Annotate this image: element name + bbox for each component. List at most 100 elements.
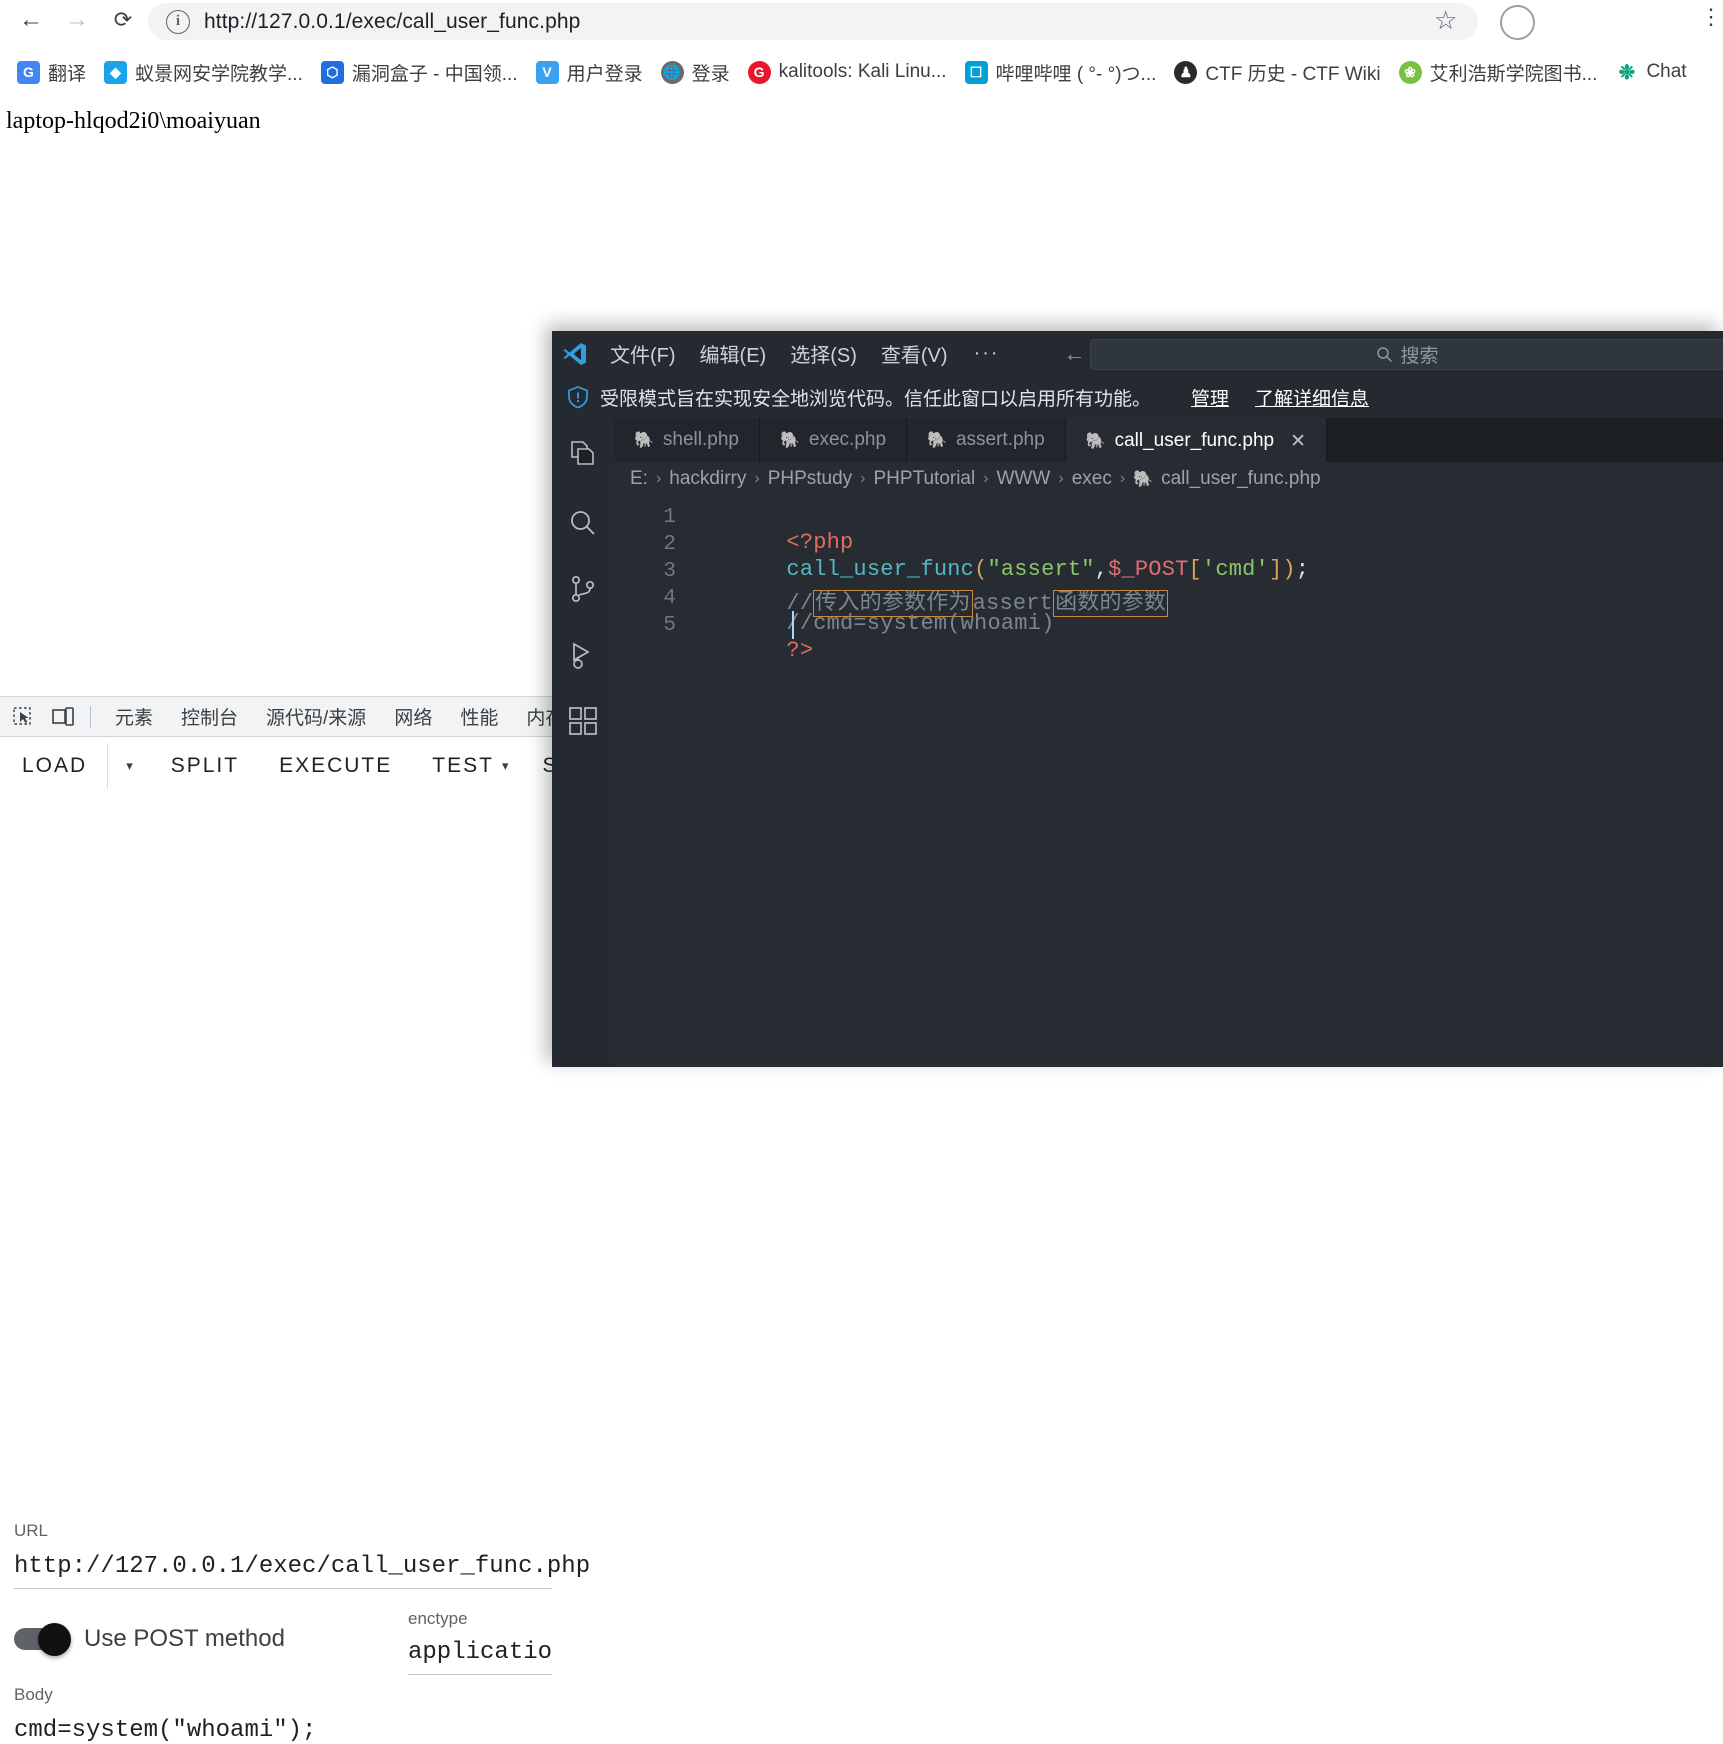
- search-icon: [1377, 347, 1393, 363]
- devtools-tab-performance[interactable]: 性能: [446, 698, 512, 736]
- manage-link[interactable]: 管理: [1191, 384, 1229, 411]
- breadcrumb-item[interactable]: PHPTutorial: [874, 468, 976, 490]
- line-number: 1: [663, 506, 676, 529]
- line-number: 4: [663, 587, 676, 610]
- bookmark-label: 艾利浩斯学院图书...: [1429, 63, 1598, 85]
- bookmark-favicon: 🌐: [660, 60, 684, 84]
- bookmark-favicon: G: [17, 60, 40, 84]
- bookmark-label: 登录: [691, 63, 730, 85]
- bookmark-label: 蚁景网安学院教学...: [135, 63, 303, 85]
- run-and-debug-icon[interactable]: [552, 622, 614, 688]
- site-info-icon[interactable]: i: [166, 9, 190, 34]
- vscode-search-box[interactable]: 搜索: [1090, 339, 1723, 370]
- bookmark-favicon: ⬡: [320, 60, 344, 84]
- bookmark-item[interactable]: G kalitools: Kali Linu...: [739, 55, 956, 89]
- bookmark-item[interactable]: ☐ 哔哩哔哩 ( °- °)つ...: [956, 55, 1166, 89]
- breadcrumb-item[interactable]: hackdirry: [669, 468, 746, 490]
- post-method-toggle[interactable]: [14, 1623, 76, 1656]
- editor-tab-assert-php[interactable]: 🐘 assert.php: [907, 418, 1066, 462]
- enctype-field-value[interactable]: application/x-w: [408, 1639, 552, 1675]
- breadcrumb-item[interactable]: exec: [1072, 468, 1112, 490]
- php-elephant-icon: 🐘: [927, 432, 947, 449]
- bookmark-item[interactable]: ♟ CTF 历史 - CTF Wiki: [1165, 55, 1389, 89]
- bookmark-favicon: V: [535, 60, 559, 84]
- editor-tab-shell-php[interactable]: 🐘 shell.php: [614, 418, 760, 462]
- extensions-icon[interactable]: [552, 688, 614, 754]
- device-toolbar-icon[interactable]: [46, 700, 80, 734]
- reload-icon[interactable]: ⟳: [100, 0, 146, 40]
- breadcrumb-item[interactable]: E:: [630, 468, 648, 490]
- vscode-menu-file[interactable]: 文件(F): [598, 339, 688, 368]
- devtools-tab-console[interactable]: 控制台: [167, 698, 252, 736]
- body-field[interactable]: Body cmd=system("whoami");: [14, 1685, 552, 1744]
- learn-more-link[interactable]: 了解详细信息: [1255, 384, 1369, 411]
- php-elephant-icon: 🐘: [1085, 433, 1106, 450]
- forward-icon[interactable]: →: [54, 0, 100, 40]
- load-dropdown-caret-icon[interactable]: ▾: [108, 744, 151, 788]
- vscode-titlebar: 文件(F) 编辑(E) 选择(S) 查看(V) ··· ← → 搜索: [552, 331, 1723, 376]
- toggle-knob[interactable]: [38, 1623, 71, 1656]
- bookmark-item[interactable]: 🌐 登录: [652, 55, 739, 89]
- bookmark-item[interactable]: V 用户登录: [527, 55, 652, 89]
- bookmark-item[interactable]: ⬡ 漏洞盒子 - 中国领...: [312, 55, 527, 89]
- source-control-icon[interactable]: [552, 556, 614, 622]
- url-field-value[interactable]: http://127.0.0.1/exec/call_user_func.php: [14, 1553, 590, 1589]
- bookmark-label: Chat: [1646, 61, 1687, 82]
- devtools-tab-elements[interactable]: 元素: [101, 698, 167, 736]
- bookmark-item[interactable]: ❀ 艾利浩斯学院图书...: [1390, 55, 1607, 89]
- back-icon[interactable]: ←: [8, 0, 54, 40]
- test-button[interactable]: TEST: [412, 744, 498, 788]
- vscode-menu-edit[interactable]: 编辑(E): [688, 339, 779, 368]
- bookmark-label: 用户登录: [566, 63, 643, 85]
- explorer-icon[interactable]: [552, 418, 614, 490]
- chevron-right-icon: ›: [754, 470, 760, 487]
- vscode-menu-view[interactable]: 查看(V): [869, 339, 960, 368]
- bookmarks-bar: G 翻译 ◆ 蚁景网安学院教学... ⬡ 漏洞盒子 - 中国领... V 用户登…: [0, 48, 1723, 96]
- load-button[interactable]: LOAD: [0, 744, 107, 788]
- search-icon[interactable]: [552, 490, 614, 556]
- execute-button[interactable]: EXECUTE: [259, 744, 412, 788]
- bookmark-star-icon[interactable]: ☆: [1434, 5, 1457, 36]
- vscode-menu-selection[interactable]: 选择(S): [778, 339, 869, 368]
- bookmark-favicon: ❉: [1615, 60, 1639, 84]
- devtools-tab-sources[interactable]: 源代码/来源: [252, 698, 380, 736]
- vscode-activity-bar: [552, 418, 614, 1067]
- split-button[interactable]: SPLIT: [151, 744, 259, 788]
- chevron-right-icon: ›: [655, 470, 662, 487]
- bookmark-favicon: ☐: [964, 60, 988, 84]
- php-elephant-icon: 🐘: [1133, 471, 1154, 488]
- vscode-code-editor[interactable]: 1 2 3 4 5 <?php call_user_func("assert",…: [614, 496, 1723, 1067]
- enctype-field[interactable]: enctype application/x-w: [408, 1609, 552, 1675]
- devtools-tab-network[interactable]: 网络: [380, 698, 446, 736]
- breadcrumb-item[interactable]: WWW: [997, 468, 1051, 490]
- post-method-label: Use POST method: [84, 1625, 285, 1652]
- restricted-mode-banner: 受限模式旨在实现安全地浏览代码。信任此窗口以启用所有功能。 管理 了解详细信息: [552, 376, 1723, 419]
- bookmark-favicon: ♟: [1174, 60, 1198, 84]
- vscode-menu-overflow-icon[interactable]: ···: [960, 342, 1014, 365]
- url-field[interactable]: URL http://127.0.0.1/exec/call_user_func…: [14, 1521, 590, 1589]
- chevron-right-icon: ›: [1119, 470, 1126, 487]
- bookmark-item[interactable]: ◆ 蚁景网安学院教学...: [95, 55, 312, 89]
- editor-tab-exec-php[interactable]: 🐘 exec.php: [759, 418, 908, 462]
- shield-icon: [566, 385, 590, 409]
- code-token-bracket-open: [: [1188, 557, 1202, 582]
- bookmark-label: kalitools: Kali Linu...: [778, 61, 947, 82]
- breadcrumb-item[interactable]: call_user_func.php: [1161, 468, 1321, 490]
- test-dropdown-caret-icon[interactable]: ▾: [498, 744, 523, 788]
- inspect-element-icon[interactable]: [6, 700, 40, 734]
- browser-menu-icon[interactable]: ⋮: [1700, 4, 1722, 30]
- code-highlight-box-2: 函数的参数: [1053, 590, 1169, 617]
- address-bar[interactable]: i http://127.0.0.1/exec/call_user_func.p…: [148, 3, 1478, 40]
- bookmark-item[interactable]: G 翻译: [8, 55, 95, 89]
- editor-tab-call-user-func-php[interactable]: 🐘 call_user_func.php ✕: [1065, 418, 1328, 463]
- code-token-string-cmd: 'cmd': [1201, 557, 1269, 582]
- close-icon[interactable]: ✕: [1290, 430, 1306, 453]
- bookmark-item[interactable]: ❉ Chat: [1606, 55, 1695, 89]
- chevron-right-icon: ›: [860, 470, 866, 487]
- chevron-right-icon: ›: [983, 470, 989, 487]
- bookmark-favicon: ◆: [104, 60, 128, 84]
- breadcrumb-item[interactable]: PHPstudy: [768, 468, 852, 490]
- avatar[interactable]: [1500, 5, 1535, 40]
- browser-chrome: ← → ⟳ i http://127.0.0.1/exec/call_user_…: [0, 0, 1723, 100]
- body-field-value[interactable]: cmd=system("whoami");: [14, 1717, 552, 1744]
